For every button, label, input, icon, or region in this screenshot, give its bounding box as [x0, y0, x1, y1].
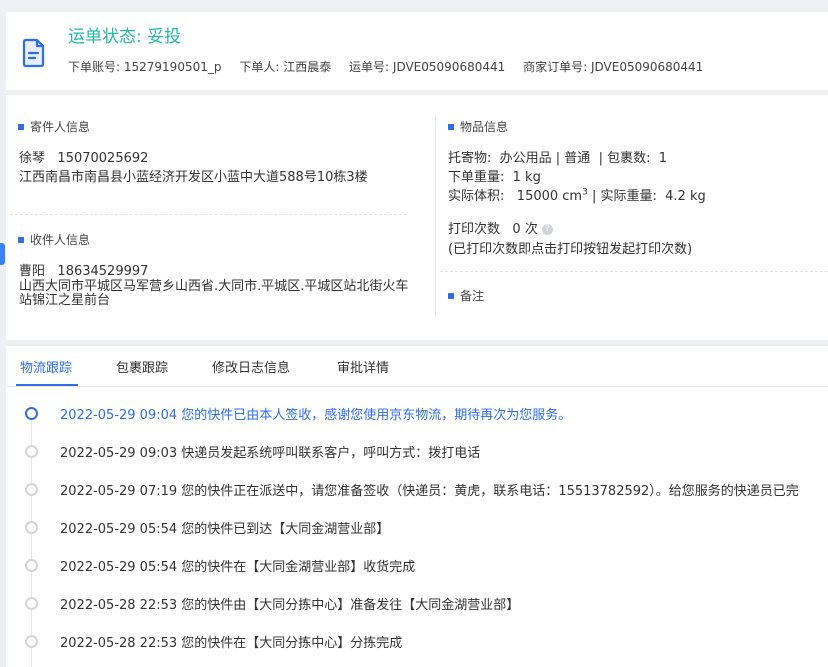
receiver-name: 曹阳	[19, 264, 46, 279]
tracking-card: 物流跟踪 包裹跟踪 修改日志信息 审批详情 2022-05-29 09:04 您…	[6, 346, 828, 667]
order-weight-value: 1 kg	[512, 170, 541, 185]
help-icon[interactable]: ?	[541, 224, 553, 235]
timeline-dot-icon	[25, 597, 38, 610]
timeline-text: 您的快件已到达【大同金湖营业部】	[181, 522, 390, 537]
timeline-text: 您的快件正在派送中，请您准备签收（快递员：黄虎，联系电话：15513782592…	[181, 484, 799, 499]
timeline-item: 2022-05-28 22:53 您的快件在【大同分拣中心】分拣完成	[6, 632, 828, 652]
tab-package-tracking[interactable]: 包裹跟踪	[116, 357, 168, 376]
tab-approval-details[interactable]: 审批详情	[337, 357, 389, 376]
timeline-text: 您的快件在【大同分拣中心】分拣完成	[181, 636, 403, 651]
merchant-order-number: 商家订单号: JDVE05090680441	[523, 60, 704, 74]
section-marker-icon	[448, 123, 454, 130]
timeline-time: 2022-05-29 05:54	[60, 522, 178, 537]
section-marker-icon	[448, 292, 454, 299]
divider	[440, 271, 828, 272]
receiver-name-phone: 曹阳 18634529997	[19, 260, 148, 279]
timeline-dot-icon	[25, 407, 38, 420]
remark-section-title: 备注	[448, 287, 484, 304]
waybill-number: 运单号: JDVE05090680441	[349, 60, 506, 74]
sender-address: 江西南昌市南昌县小蓝经济开发区小蓝中大道588号10栋3楼	[19, 170, 368, 185]
timeline-time: 2022-05-29 07:19	[60, 484, 178, 499]
print-count-value: 0 次	[512, 222, 538, 237]
tracking-tabs: 物流跟踪 包裹跟踪 修改日志信息 审批详情	[6, 346, 828, 387]
receiver-address: 山西大同市平城区马军营乡山西省.大同市.平城区.平城区站北街火车站锦江之星前台	[19, 279, 409, 308]
receiver-phone: 18634529997	[57, 264, 149, 279]
timeline-dot-icon	[25, 445, 38, 458]
goods-volume-weight: 实际体积: 15000 cm3 | 实际重量: 4.2 kg	[448, 187, 706, 204]
timeline-text: 您的快件已由本人签收，感谢您使用京东物流，期待再次为您服务。	[181, 408, 572, 423]
divider	[10, 214, 407, 215]
side-expand-handle[interactable]	[0, 243, 5, 265]
timeline-item: 2022-05-29 07:19 您的快件正在派送中，请您准备签收（快递员：黄虎…	[6, 480, 828, 500]
timeline-text: 快递员发起系统呼叫联系客户，呼叫方式：拨打电话	[181, 446, 481, 461]
goods-cargo-line: 托寄物: 办公用品 | 普通 | 包裹数: 1	[448, 151, 668, 166]
timeline-text: 您的快件在【大同金湖营业部】收货完成	[181, 560, 416, 575]
timeline-time: 2022-05-28 22:53	[60, 598, 178, 613]
timeline-item: 2022-05-29 05:54 您的快件在【大同金湖营业部】收货完成	[6, 556, 828, 576]
timeline-dot-icon	[25, 483, 38, 496]
cargo-type: 办公用品 | 普通	[499, 151, 591, 166]
timeline-time: 2022-05-29 05:54	[60, 560, 178, 575]
print-count-note: (已打印次数即点击打印按钮发起打印次数)	[448, 242, 693, 257]
goods-order-weight: 下单重量: 1 kg	[448, 170, 541, 185]
waybill-status-title: 运单状态: 妥投	[68, 27, 182, 47]
sender-section-title: 寄件人信息	[18, 118, 90, 135]
timeline-item: 2022-05-28 22:53 您的快件由【大同分拣中心】准备发往【大同金湖营…	[6, 594, 828, 614]
section-marker-icon	[18, 123, 24, 130]
timeline-dot-icon	[25, 521, 38, 534]
timeline-time: 2022-05-29 09:04	[60, 408, 178, 423]
timeline-item: 2022-05-29 09:04 您的快件已由本人签收，感谢您使用京东物流，期待…	[6, 404, 828, 424]
timeline-dot-icon	[25, 559, 38, 572]
package-count: 1	[658, 151, 668, 166]
sender-name-phone: 徐琴 15070025692	[19, 147, 148, 166]
timeline-time: 2022-05-29 09:03	[60, 446, 178, 461]
section-marker-icon	[18, 236, 24, 243]
sender-name: 徐琴	[19, 151, 46, 166]
shipment-info-card: 寄件人信息 徐琴 15070025692 江西南昌市南昌县小蓝经济开发区小蓝中大…	[6, 95, 828, 340]
timeline-item: 2022-05-29 05:54 您的快件已到达【大同金湖营业部】	[6, 518, 828, 538]
waybill-header-card: 运单状态: 妥投 下单账号: 15279190501_p 下单人: 江西晨泰 运…	[6, 12, 828, 90]
order-account: 下单账号: 15279190501_p	[68, 60, 222, 74]
print-count: 打印次数 0 次?	[448, 218, 553, 237]
document-icon	[22, 38, 45, 68]
actual-volume-value: 15000 cm	[516, 189, 583, 204]
actual-weight-value: 4.2 kg	[665, 189, 706, 204]
column-divider	[435, 115, 436, 315]
timeline-text: 您的快件由【大同分拣中心】准备发往【大同金湖营业部】	[181, 598, 520, 613]
sender-phone: 15070025692	[57, 151, 149, 166]
tab-logistics-tracking[interactable]: 物流跟踪	[20, 357, 72, 376]
timeline-time: 2022-05-28 22:53	[60, 636, 178, 651]
timeline-item: 2022-05-29 09:03 快递员发起系统呼叫联系客户，呼叫方式：拨打电话	[6, 442, 828, 462]
waybill-meta: 下单账号: 15279190501_p 下单人: 江西晨泰 运单号: JDVE0…	[68, 58, 717, 75]
tab-change-log[interactable]: 修改日志信息	[212, 357, 290, 376]
goods-section-title: 物品信息	[448, 118, 508, 135]
timeline-dot-icon	[25, 635, 38, 648]
active-tab-indicator	[16, 384, 78, 386]
receiver-section-title: 收件人信息	[18, 231, 90, 248]
order-placer: 下单人: 江西晨泰	[239, 60, 332, 74]
